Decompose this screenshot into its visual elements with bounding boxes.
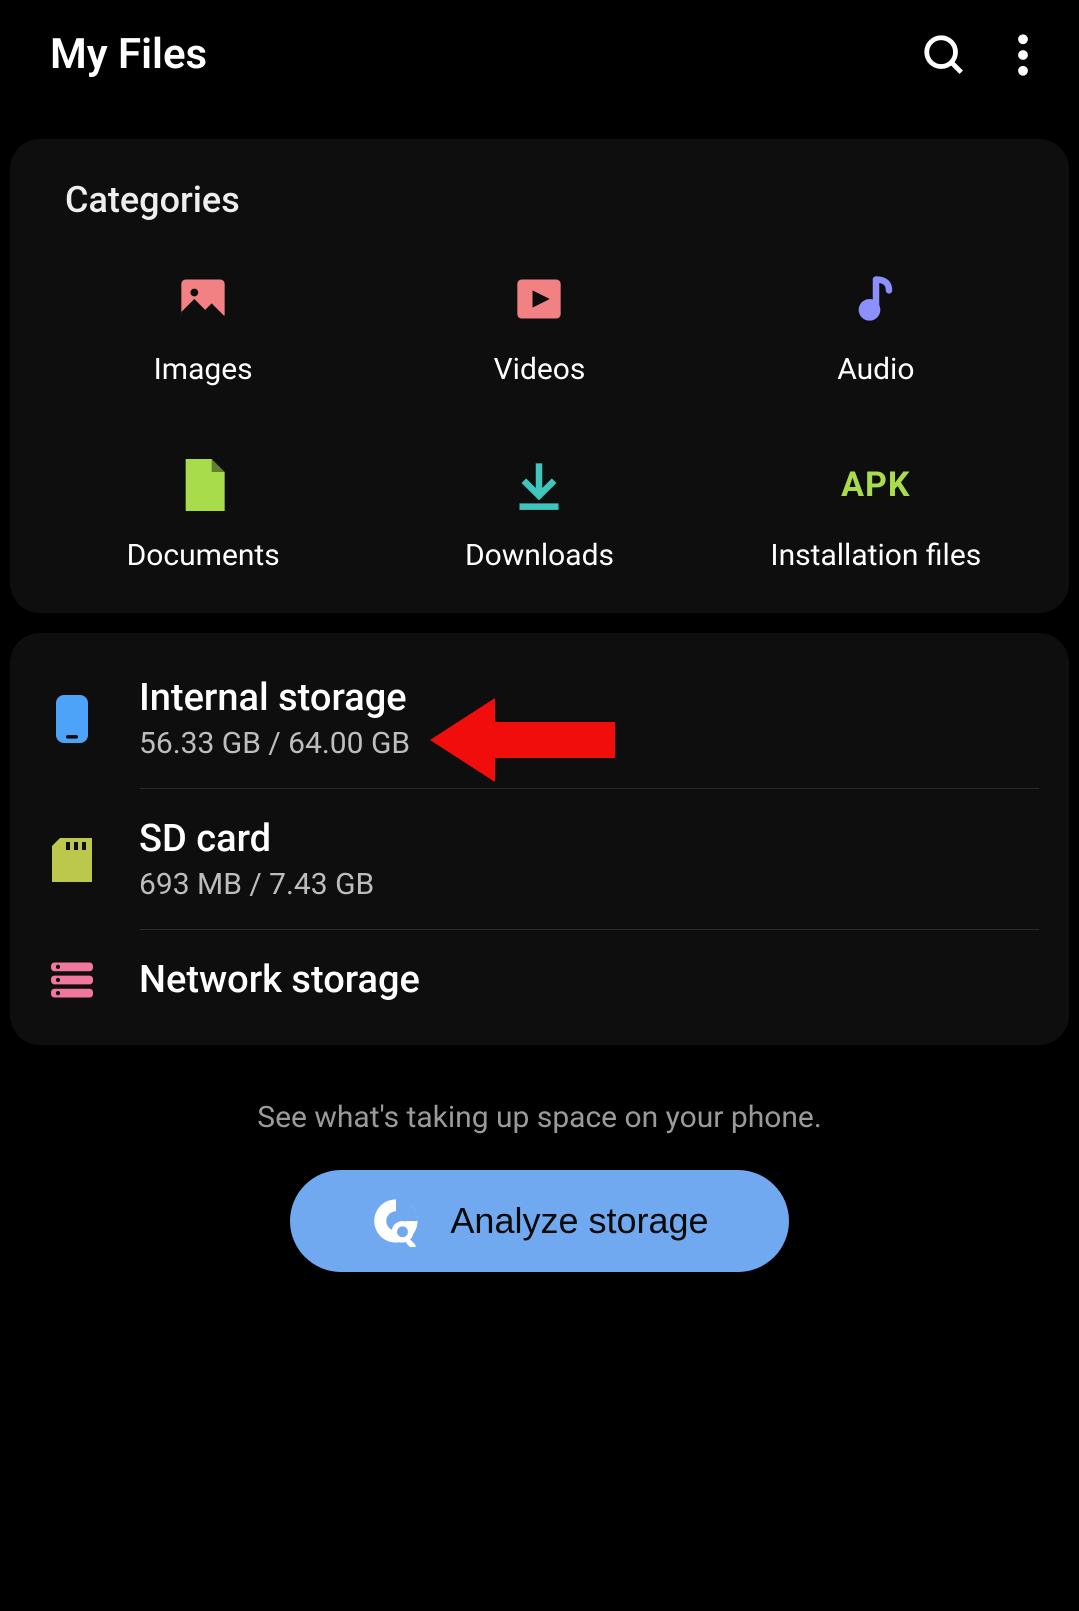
storage-text: Network storage	[139, 958, 420, 1002]
storage-subtitle: 693 MB / 7.43 GB	[139, 867, 374, 902]
storage-network[interactable]: Network storage	[40, 930, 1039, 1030]
header-actions	[921, 32, 1029, 78]
documents-icon	[175, 457, 231, 513]
network-icon	[50, 958, 94, 1002]
category-images[interactable]: Images	[40, 271, 366, 387]
category-label: Videos	[494, 352, 586, 387]
more-vertical-icon	[1017, 34, 1029, 76]
footer-hint: See what's taking up space on your phone…	[0, 1100, 1079, 1135]
category-videos[interactable]: Videos	[376, 271, 702, 387]
storage-text: SD card 693 MB / 7.43 GB	[139, 817, 374, 902]
categories-title: Categories	[40, 179, 1039, 221]
categories-card: Categories Images Videos	[10, 139, 1069, 613]
app-header: My Files	[0, 0, 1079, 119]
audio-icon	[848, 271, 904, 327]
analyze-storage-button[interactable]: Analyze storage	[290, 1170, 788, 1272]
search-icon	[921, 32, 967, 78]
category-audio[interactable]: Audio	[713, 271, 1039, 387]
phone-icon	[50, 697, 94, 741]
page-title: My Files	[50, 30, 207, 79]
images-icon	[175, 271, 231, 327]
analyze-icon	[370, 1195, 422, 1247]
category-label: Installation files	[770, 538, 981, 573]
category-documents[interactable]: Documents	[40, 457, 366, 573]
storage-title: Network storage	[139, 958, 420, 1002]
storage-card: Internal storage 56.33 GB / 64.00 GB SD …	[10, 633, 1069, 1045]
categories-grid: Images Videos Audio	[40, 271, 1039, 573]
category-downloads[interactable]: Downloads	[376, 457, 702, 573]
category-label: Images	[154, 352, 253, 387]
search-button[interactable]	[921, 32, 967, 78]
sdcard-icon	[50, 838, 94, 882]
footer: See what's taking up space on your phone…	[0, 1100, 1079, 1272]
videos-icon	[511, 271, 567, 327]
storage-sdcard[interactable]: SD card 693 MB / 7.43 GB	[40, 789, 1039, 930]
storage-subtitle: 56.33 GB / 64.00 GB	[139, 726, 410, 761]
category-label: Documents	[127, 538, 280, 573]
downloads-icon	[511, 457, 567, 513]
storage-text: Internal storage 56.33 GB / 64.00 GB	[139, 676, 410, 761]
category-installation-files[interactable]: APK Installation files	[713, 457, 1039, 573]
storage-title: SD card	[139, 817, 374, 861]
category-label: Downloads	[465, 538, 614, 573]
more-options-button[interactable]	[1017, 34, 1029, 76]
storage-title: Internal storage	[139, 676, 410, 720]
storage-internal[interactable]: Internal storage 56.33 GB / 64.00 GB	[40, 648, 1039, 789]
analyze-button-label: Analyze storage	[450, 1200, 708, 1242]
apk-icon: APK	[848, 457, 904, 513]
category-label: Audio	[837, 352, 914, 387]
